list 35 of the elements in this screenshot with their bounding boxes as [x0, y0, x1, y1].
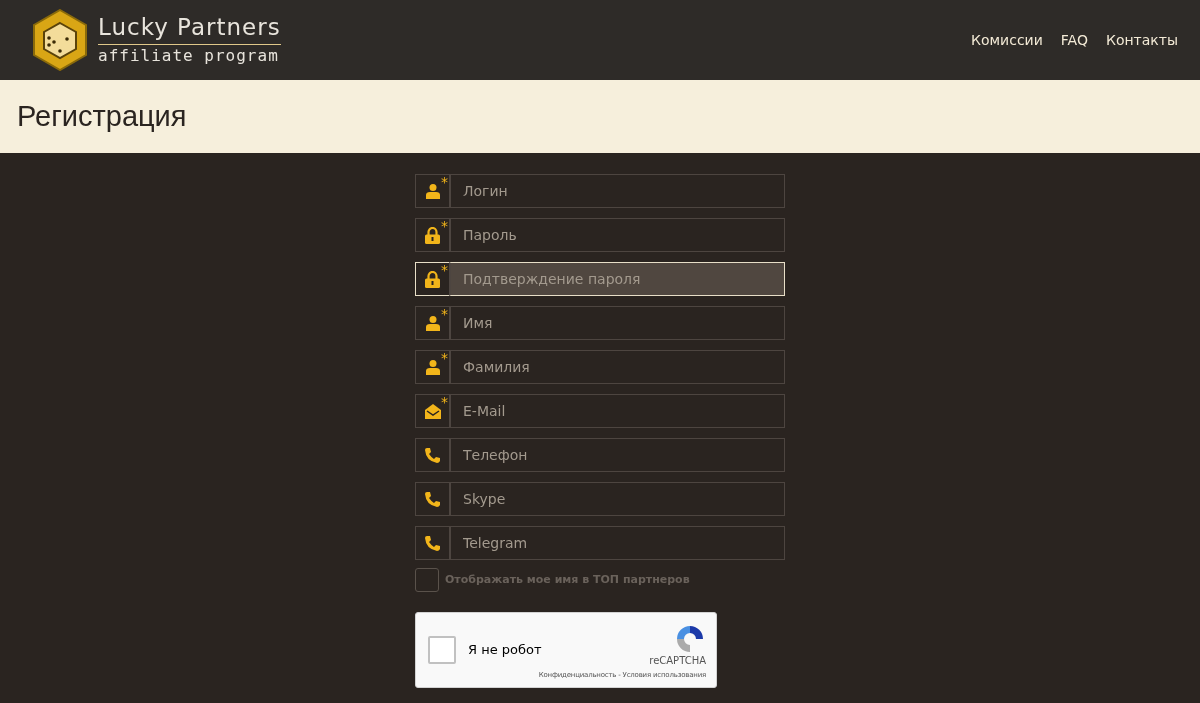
user-icon: [425, 183, 440, 199]
required-mark: *: [441, 351, 448, 365]
nav-link[interactable]: Комиссии: [971, 29, 1043, 51]
checkbox[interactable]: [415, 568, 439, 592]
input-field[interactable]: Имя: [449, 306, 785, 340]
logo-subtitle: affiliate program: [98, 45, 280, 67]
user-icon: [425, 359, 440, 375]
checkbox-label: Отображать мое имя в ТОП партнеров: [445, 571, 690, 588]
required-mark: *: [441, 219, 448, 233]
recaptcha-logo-icon: [674, 623, 706, 655]
dice-logo-icon: [32, 9, 88, 71]
envelope-icon: [424, 403, 441, 419]
nav-link[interactable]: Контакты: [1105, 29, 1178, 51]
phone-icon: [425, 535, 440, 551]
required-mark: *: [441, 395, 448, 409]
padlock-icon: [425, 226, 440, 244]
input-field[interactable]: Логин: [449, 174, 785, 208]
page-title: Регистрация: [17, 98, 187, 134]
logo-title: Lucky Partners: [98, 13, 281, 45]
padlock-icon: [425, 270, 440, 288]
phone-icon: [425, 491, 440, 507]
nav-link[interactable]: FAQ: [1060, 29, 1088, 51]
input-field[interactable]: Телефон: [449, 438, 785, 472]
input-field[interactable]: Skype: [449, 482, 785, 516]
captcha-checkbox[interactable]: [428, 636, 456, 664]
user-icon: [425, 315, 440, 331]
input-field[interactable]: E-Mail: [449, 394, 785, 428]
input-field[interactable]: Пароль: [449, 218, 785, 252]
recaptcha-brand: reCAPTCHA: [649, 655, 706, 667]
phone-icon: [425, 447, 440, 463]
required-mark: *: [441, 175, 448, 189]
input-field[interactable]: Фамилия: [449, 350, 785, 384]
required-mark: *: [441, 307, 448, 321]
required-mark: *: [441, 263, 448, 277]
input-field[interactable]: Telegram: [449, 526, 785, 560]
